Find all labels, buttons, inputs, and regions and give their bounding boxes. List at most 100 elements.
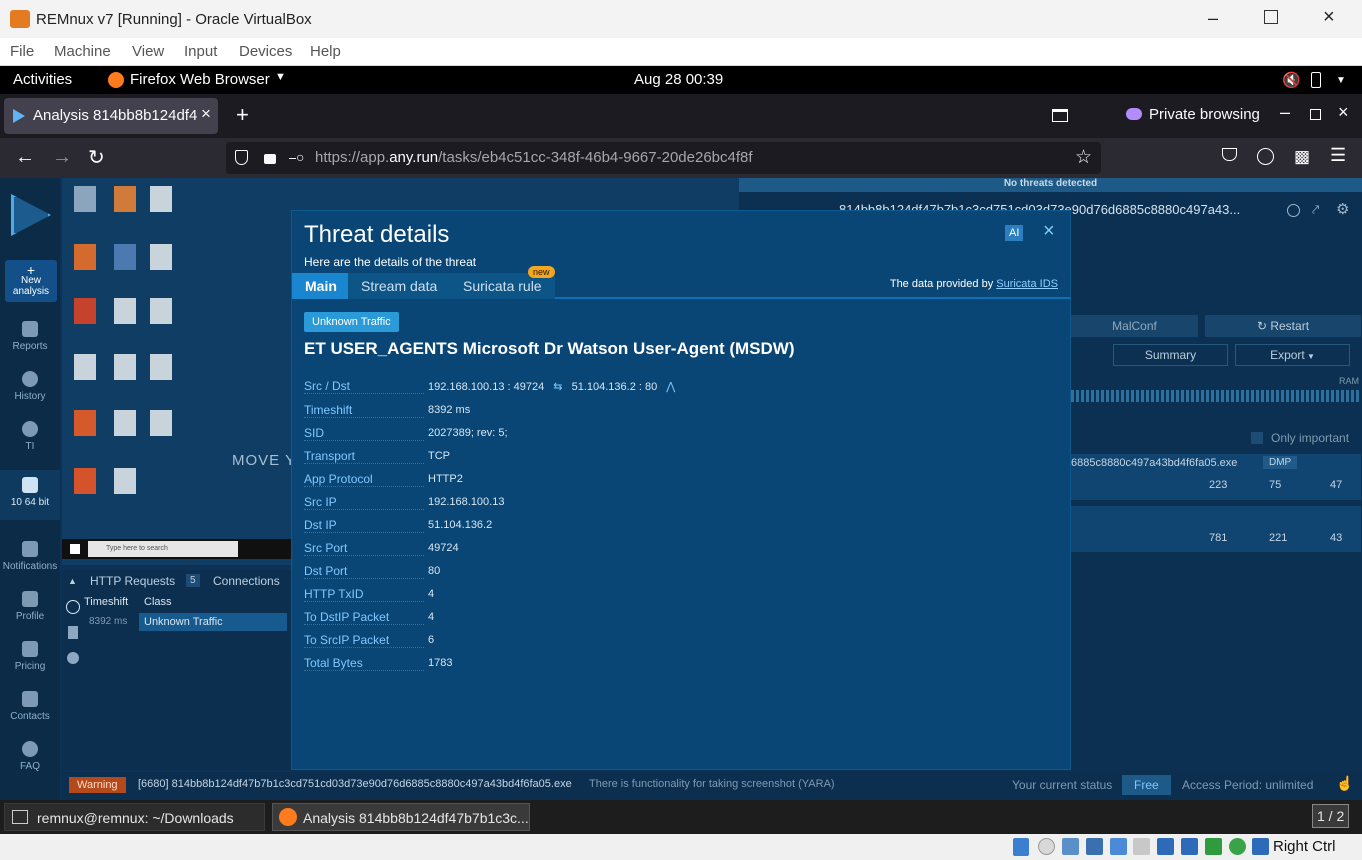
warning-path[interactable]: [6680] 814bb8b124df47b7b1c3cd751cd03d73e… (138, 778, 572, 790)
menu-help[interactable]: Help (310, 43, 341, 60)
thumbs-up-icon[interactable]: ☝ (1336, 775, 1353, 792)
sidebar-item-faq[interactable]: FAQ (0, 741, 60, 772)
minimize-icon[interactable]: – (1280, 102, 1290, 123)
tab-connections[interactable]: Connections (213, 574, 280, 588)
network-adapter-icon[interactable] (1086, 838, 1103, 855)
app-menu[interactable]: Firefox Web Browser (130, 71, 270, 88)
src-endpoint[interactable]: 192.168.100.13 : 49724 (428, 381, 544, 393)
close-icon[interactable]: × (1043, 220, 1055, 243)
display-icon[interactable] (1157, 838, 1174, 855)
clock[interactable]: Aug 28 00:39 (634, 71, 723, 88)
mouse-integration-icon[interactable] (1252, 838, 1269, 855)
sidebar-item-ti[interactable]: TI (0, 421, 60, 452)
sidebar-item-pricing[interactable]: Pricing (0, 641, 60, 672)
sidebar-item-notifications[interactable]: Notifications (0, 541, 60, 572)
tab-stream-data[interactable]: Stream data (348, 273, 451, 299)
share-icon[interactable]: ⤤ (1312, 202, 1319, 218)
windows-start-icon[interactable] (70, 544, 80, 554)
malconf-button[interactable]: MalConf (1071, 315, 1198, 337)
activities-button[interactable]: Activities (13, 71, 72, 88)
reload-icon[interactable]: ↻ (88, 145, 105, 170)
close-icon[interactable]: × (1338, 102, 1349, 123)
chevron-down-icon[interactable]: ▼ (275, 71, 286, 83)
window-title: REMnux v7 [Running] - Oracle VirtualBox (36, 11, 312, 28)
lock-icon[interactable] (264, 154, 276, 164)
sidebar-item-profile[interactable]: Profile (0, 591, 60, 622)
minimize-icon[interactable]: – (1208, 8, 1218, 29)
pocket-icon[interactable] (1222, 148, 1237, 161)
storage-icon[interactable] (1013, 838, 1029, 856)
only-important-label[interactable]: Only important (1271, 431, 1349, 445)
taskbar-item-firefox[interactable]: Analysis 814bb8b124df47b7b1c3c... (272, 803, 530, 831)
menu-view[interactable]: View (132, 43, 164, 60)
permissions-key-icon[interactable]: ⎯○ (289, 149, 304, 166)
file-icon[interactable] (68, 626, 78, 639)
taskbar-item-terminal[interactable]: remnux@remnux: ~/Downloads (4, 803, 265, 831)
volume-muted-icon[interactable]: 🔇 (1282, 71, 1301, 89)
menu-input[interactable]: Input (184, 43, 217, 60)
browser-tab[interactable]: Analysis 814bb8b124df47 × (4, 98, 218, 134)
recording-icon[interactable] (1181, 838, 1198, 855)
summary-button[interactable]: Summary (1113, 344, 1228, 366)
audio-icon[interactable] (1062, 838, 1079, 855)
tab-main[interactable]: Main (292, 273, 350, 299)
bug-icon[interactable] (67, 652, 79, 664)
sidebar-label: Contacts (10, 711, 50, 722)
usb-icon[interactable] (1110, 838, 1127, 855)
ai-button[interactable]: AI (1005, 225, 1024, 241)
optical-drive-icon[interactable] (1038, 838, 1055, 855)
url-text[interactable]: https://app.any.run/tasks/eb4c51cc-348f-… (315, 149, 753, 166)
restore-icon[interactable] (1310, 109, 1321, 120)
url-bar[interactable]: ⎯○ https://app.any.run/tasks/eb4c51cc-34… (226, 142, 1101, 174)
restart-label: Restart (1270, 319, 1310, 333)
plan-badge[interactable]: Free (1122, 775, 1171, 795)
row-class[interactable]: Unknown Traffic (139, 613, 287, 631)
sidebar-item-contacts[interactable]: Contacts (0, 691, 60, 722)
export-button[interactable]: Export ▼ (1235, 344, 1350, 366)
back-icon[interactable]: ← (15, 146, 35, 169)
menu-devices[interactable]: Devices (239, 43, 292, 60)
close-tab-icon[interactable]: × (201, 104, 211, 124)
network-icon[interactable] (66, 600, 80, 614)
row-timeshift[interactable]: 8392 ms (89, 616, 127, 627)
menu-file[interactable]: File (10, 43, 34, 60)
vm-search-box[interactable]: Type here to search (88, 541, 238, 557)
process-row[interactable] (1071, 506, 1361, 552)
suricata-ids-link[interactable]: Suricata IDS (996, 278, 1058, 290)
dst-endpoint[interactable]: 51.104.136.2 : 80 (572, 381, 658, 393)
network-stat: 75 (1269, 479, 1282, 491)
restart-button[interactable]: ↻ Restart (1205, 315, 1361, 337)
menu-machine[interactable]: Machine (54, 43, 111, 60)
shared-folders-icon[interactable] (1133, 838, 1150, 855)
close-icon[interactable]: × (1323, 6, 1335, 29)
forward-icon[interactable]: → (52, 146, 72, 169)
account-icon[interactable] (1257, 148, 1274, 165)
field-http-txid: HTTP TxID 4 (304, 587, 1064, 610)
vt-x-icon[interactable] (1205, 838, 1222, 855)
stream-wave-icon[interactable]: ⋀ (660, 381, 675, 393)
bookmark-star-icon[interactable]: ☆ (1075, 146, 1092, 169)
field-label: To SrcIP Packet (304, 633, 424, 648)
dmp-badge[interactable]: DMP (1263, 456, 1298, 469)
info-icon[interactable] (1287, 204, 1300, 217)
maximize-icon[interactable] (1264, 10, 1278, 24)
column-header-timeshift[interactable]: Timeshift (84, 596, 128, 608)
collapse-arrow-icon[interactable]: ▲ (68, 576, 77, 586)
anyrun-logo[interactable] (11, 194, 51, 236)
tracking-shield-icon[interactable] (235, 150, 248, 165)
guest-additions-icon[interactable] (1229, 838, 1246, 855)
sidebar-item-reports[interactable]: Reports (0, 321, 60, 352)
new-tab-icon[interactable]: + (236, 102, 249, 128)
hamburger-menu-icon[interactable]: ☰ (1330, 145, 1346, 166)
settings-gear-icon[interactable]: ⚙ (1336, 200, 1349, 218)
sidebar-item-history[interactable]: History (0, 371, 60, 402)
workspace-switcher[interactable]: 1 / 2 (1312, 804, 1350, 828)
tab-list-icon[interactable] (1052, 109, 1068, 122)
battery-icon[interactable] (1311, 72, 1321, 88)
system-menu-icon[interactable]: ▼ (1336, 75, 1346, 86)
only-important-checkbox[interactable] (1251, 432, 1263, 444)
new-analysis-button[interactable]: + New analysis (5, 260, 57, 302)
extensions-icon[interactable]: ▩ (1294, 147, 1310, 167)
tab-http-requests[interactable]: HTTP Requests (90, 574, 175, 588)
column-header-class[interactable]: Class (144, 596, 172, 608)
